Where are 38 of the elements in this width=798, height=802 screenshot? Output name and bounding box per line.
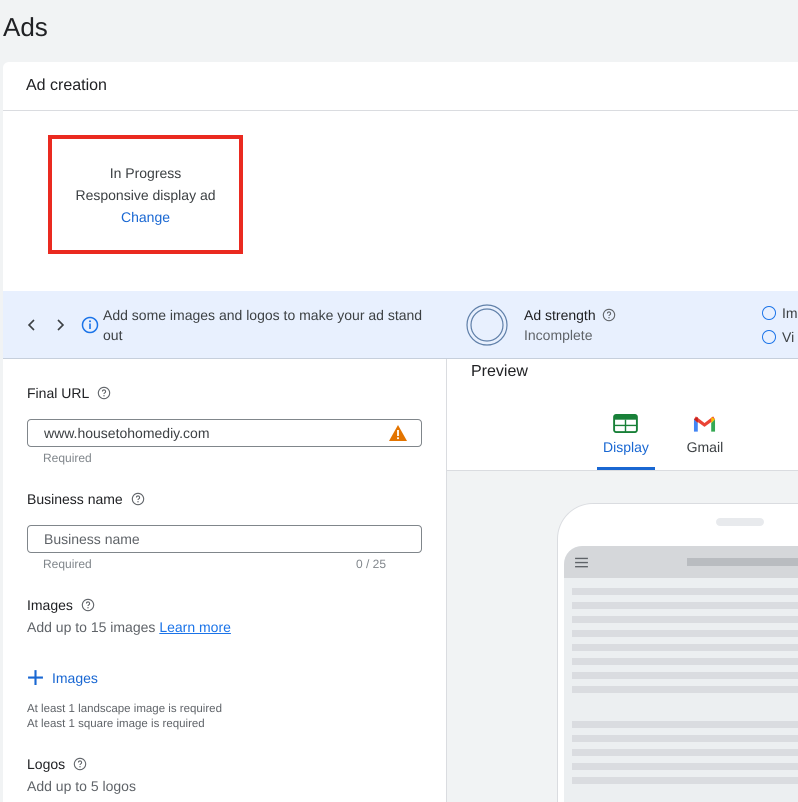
field-label: Final URL — [27, 385, 90, 401]
mail-logo-icon — [693, 415, 716, 433]
help-icon[interactable] — [80, 598, 95, 612]
helper-text: Required — [43, 451, 92, 465]
layout-icon — [613, 414, 638, 433]
ad-strength-label: Ad strength — [524, 306, 596, 322]
section-label: Logos — [27, 756, 66, 772]
card-title: Ad creation — [3, 62, 798, 111]
section-description: Add up to 15 images Learn more — [27, 619, 232, 635]
help-icon[interactable] — [602, 308, 616, 322]
help-icon[interactable] — [97, 386, 112, 400]
character-counter: 0 / 25 — [356, 557, 386, 571]
status-text: In Progress — [110, 164, 182, 180]
requirement-note: At least 1 square image is required — [27, 718, 206, 730]
help-icon[interactable] — [73, 757, 88, 771]
section-description: Add up to 5 logos — [27, 778, 137, 794]
info-icon — [81, 316, 99, 334]
page-title: Ads — [2, 11, 49, 44]
input-field[interactable]: Business name — [27, 525, 422, 553]
plus-icon — [27, 669, 44, 686]
preview-title: Preview — [470, 362, 529, 382]
radio-option[interactable]: Im — [762, 304, 798, 320]
input-field[interactable]: www.housetohomediy.com — [27, 419, 422, 447]
warning-icon — [388, 424, 408, 442]
ad-type-text: Responsive display ad — [75, 186, 216, 202]
helper-text: Required — [43, 557, 92, 571]
requirement-note: At least 1 landscape image is required — [27, 703, 223, 715]
strength-ring-icon — [466, 304, 508, 346]
preview-tab[interactable]: Gmail — [676, 415, 733, 470]
help-icon[interactable] — [130, 492, 145, 506]
radio-option[interactable]: Vi — [762, 328, 798, 344]
add-images-button[interactable]: Images — [27, 669, 98, 686]
section-label: Images — [27, 597, 73, 613]
ad-strength-value: Incomplete — [524, 326, 594, 342]
field-label: Business name — [27, 491, 123, 507]
change-link[interactable]: Change — [120, 208, 170, 224]
learn-more-link[interactable]: Learn more — [159, 619, 231, 635]
banner-message: Add some images and logos to make your ad stand out — [103, 306, 424, 344]
